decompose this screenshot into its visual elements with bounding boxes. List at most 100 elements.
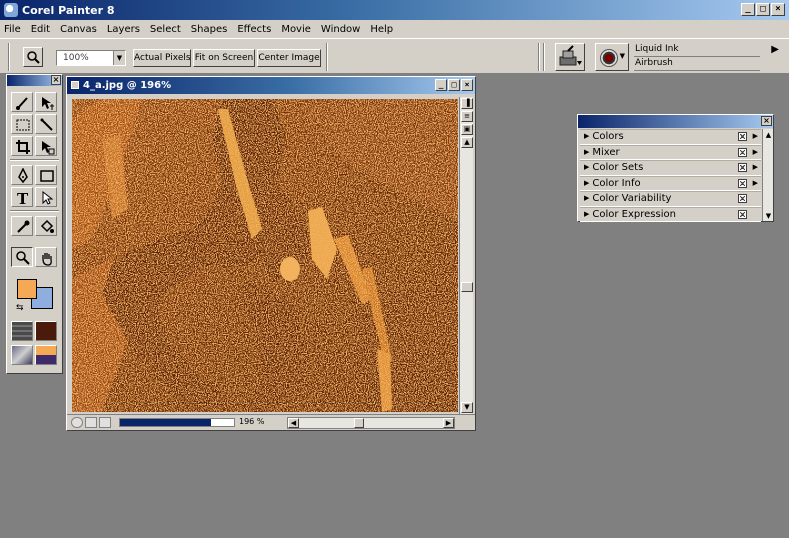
vertical-scroll-thumb[interactable] <box>461 282 473 292</box>
scroll-down-icon[interactable]: ▼ <box>461 402 473 413</box>
expand-triangle-icon[interactable]: ▶ <box>584 192 589 205</box>
toolbox-title-bar[interactable]: × <box>7 75 62 86</box>
brush-selector-grip[interactable] <box>538 43 540 71</box>
expand-triangle-icon[interactable]: ▶ <box>584 130 589 143</box>
menu-layers[interactable]: Layers <box>107 24 140 35</box>
toolbox-close-button[interactable]: × <box>51 75 61 85</box>
rotate-page-icon[interactable] <box>71 417 83 428</box>
palette-item-color-info[interactable]: ▶ Color Info ▶ <box>580 175 761 191</box>
horizontal-scroll-thumb[interactable] <box>354 418 364 428</box>
document-close-button[interactable]: × <box>461 79 473 91</box>
close-panel-icon[interactable] <box>738 194 747 203</box>
property-bar: 100% ▼ Actual Pixels Fit on Screen Cente… <box>0 38 789 74</box>
colors-palette-close-button[interactable]: × <box>761 116 772 126</box>
menu-edit[interactable]: Edit <box>31 24 50 35</box>
rectangular-shape-tool[interactable] <box>35 165 57 185</box>
pen-icon <box>18 168 28 184</box>
panel-menu-arrow-icon[interactable]: ▶ <box>753 130 758 143</box>
shape-selection-tool[interactable] <box>35 187 57 207</box>
expand-triangle-icon[interactable]: ▶ <box>584 161 589 174</box>
palette-item-colors[interactable]: ▶ Colors ▶ <box>580 129 761 145</box>
scroll-left-icon[interactable]: ◀ <box>288 418 299 428</box>
zoom-out-icon[interactable] <box>85 417 97 428</box>
minimize-button[interactable]: _ <box>741 3 755 16</box>
propbar-more-arrow-icon[interactable]: ▶ <box>771 44 779 55</box>
magnifier-tool[interactable] <box>11 247 33 267</box>
center-image-button[interactable]: Center Image <box>257 49 321 67</box>
image-canvas[interactable] <box>72 99 458 412</box>
brush-tool[interactable] <box>11 92 33 112</box>
layer-adjuster-tool[interactable] <box>35 92 57 112</box>
magic-wand-tool[interactable] <box>35 114 57 134</box>
view-mode-icon[interactable]: ≡ <box>461 111 473 122</box>
zoom-in-icon[interactable] <box>99 417 111 428</box>
paint-bucket-tool[interactable] <box>35 216 57 236</box>
propbar-grip[interactable] <box>8 43 10 71</box>
menu-file[interactable]: File <box>4 24 21 35</box>
expand-triangle-icon[interactable]: ▶ <box>584 177 589 190</box>
crop-tool[interactable] <box>11 136 33 156</box>
palette-item-color-sets[interactable]: ▶ Color Sets ▶ <box>580 160 761 176</box>
close-panel-icon[interactable] <box>738 209 747 219</box>
zoom-tool-icon[interactable] <box>23 47 43 67</box>
zoom-slider[interactable] <box>119 418 235 427</box>
scroll-up-icon[interactable]: ▲ <box>763 131 774 140</box>
dropper-tool[interactable] <box>11 216 33 236</box>
weaving-library-tile[interactable] <box>35 345 57 365</box>
menu-help[interactable]: Help <box>370 24 393 35</box>
pen-tool[interactable] <box>11 165 33 185</box>
zoom-level-select[interactable]: 100% ▼ <box>56 50 126 66</box>
brush-category-icon[interactable] <box>555 43 585 71</box>
magnifier-icon <box>16 251 30 265</box>
gradient-library-tile[interactable] <box>35 321 57 341</box>
menu-window[interactable]: Window <box>321 24 360 35</box>
document-horizontal-scrollbar[interactable]: ◀ ▶ <box>287 417 455 429</box>
fit-on-screen-button[interactable]: Fit on Screen <box>193 49 255 67</box>
panel-menu-arrow-icon[interactable]: ▶ <box>753 161 758 174</box>
palette-item-color-expression[interactable]: ▶ Color Expression <box>580 206 761 222</box>
actual-pixels-button[interactable]: Actual Pixels <box>133 49 191 67</box>
tracing-paper-icon[interactable]: ▣ <box>461 124 473 135</box>
palette-item-color-variability[interactable]: ▶ Color Variability <box>580 191 761 207</box>
layer-adjuster-icon <box>42 97 54 110</box>
close-button[interactable]: × <box>771 3 785 16</box>
window-controls: _ □ × <box>741 3 785 16</box>
colors-palette-title-bar[interactable]: × <box>578 115 773 128</box>
panel-menu-arrow-icon[interactable]: ▶ <box>753 177 758 190</box>
scroll-right-icon[interactable]: ▶ <box>443 418 454 428</box>
close-panel-icon[interactable] <box>738 132 747 141</box>
close-panel-icon[interactable] <box>738 178 747 188</box>
menu-shapes[interactable]: Shapes <box>191 24 228 35</box>
zoom-level-value: 100% <box>63 53 89 63</box>
document-title: 4_a.jpg @ 196% <box>83 80 172 91</box>
brush-variant-icon[interactable]: ▼ <box>595 43 629 71</box>
expand-triangle-icon[interactable]: ▶ <box>584 208 589 221</box>
document-maximize-button[interactable]: □ <box>448 79 460 91</box>
document-minimize-button[interactable]: _ <box>435 79 447 91</box>
close-panel-icon[interactable] <box>738 163 747 172</box>
menu-movie[interactable]: Movie <box>281 24 311 35</box>
pattern-library-tile[interactable] <box>11 345 33 365</box>
drawing-mode-icon[interactable]: ▐ <box>461 98 473 109</box>
swap-colors-icon[interactable]: ⇆ <box>16 303 24 313</box>
document-title-bar[interactable]: 4_a.jpg @ 196% _ □ × <box>67 77 475 94</box>
palette-item-mixer[interactable]: ▶ Mixer ▶ <box>580 144 761 160</box>
transform-tool[interactable] <box>35 136 57 156</box>
scroll-up-icon[interactable]: ▲ <box>461 137 473 148</box>
text-tool[interactable]: T <box>11 187 33 207</box>
panel-menu-arrow-icon[interactable]: ▶ <box>753 146 758 159</box>
close-panel-icon[interactable] <box>738 147 747 157</box>
maximize-button[interactable]: □ <box>756 3 770 16</box>
menu-select[interactable]: Select <box>150 24 181 35</box>
colors-palette-scrollbar[interactable]: ▲ ▼ <box>762 129 773 221</box>
grabber-tool[interactable] <box>35 247 57 267</box>
paper-library-tile[interactable] <box>11 321 33 341</box>
expand-triangle-icon[interactable]: ▶ <box>584 146 589 159</box>
rect-select-tool[interactable] <box>11 114 33 134</box>
scroll-down-icon[interactable]: ▼ <box>763 212 774 221</box>
menu-effects[interactable]: Effects <box>237 24 271 35</box>
menu-canvas[interactable]: Canvas <box>60 24 97 35</box>
document-vertical-scrollbar[interactable]: ▐ ≡ ▣ ▲ ▼ <box>459 97 473 414</box>
main-color-swatch[interactable] <box>17 279 37 299</box>
chevron-down-icon[interactable]: ▼ <box>113 51 125 65</box>
